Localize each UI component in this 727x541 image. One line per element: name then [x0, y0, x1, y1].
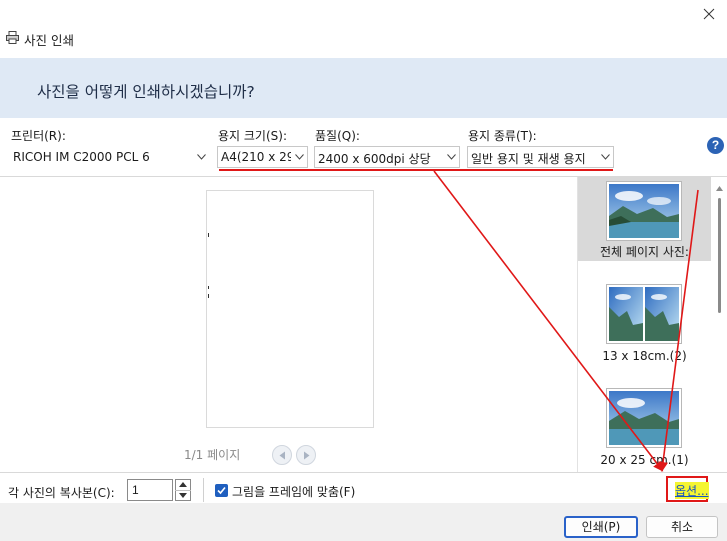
- layout-thumbnail: [606, 181, 682, 241]
- divider: [175, 490, 191, 491]
- increment-button[interactable]: [176, 480, 190, 490]
- preview-mark: [208, 294, 209, 298]
- two-photos-icon: [609, 287, 679, 341]
- printer-label: 프린터(R):: [11, 129, 66, 143]
- printer-icon: [6, 31, 19, 44]
- close-icon: [703, 8, 715, 20]
- layout-item-full-page[interactable]: 전체 페이지 사진:: [578, 177, 711, 261]
- paper-type-value: 일반 용지 및 재생 용지: [471, 152, 586, 166]
- layout-item-13x18[interactable]: 13 x 18cm.(2): [578, 280, 711, 368]
- cancel-button[interactable]: 취소: [646, 516, 718, 538]
- paper-size-select[interactable]: A4(210 x 297 mm): [217, 146, 308, 168]
- layout-list: 전체 페이지 사진: 13 x 18cm.(2) 20 x 25 cm.(1): [578, 177, 711, 472]
- quality-value: 2400 x 600dpi 상당: [318, 152, 431, 166]
- layout-thumbnail: [606, 388, 682, 448]
- fit-to-frame-label[interactable]: 그림을 프레임에 맞춤(F): [232, 483, 355, 500]
- title-bar: [0, 0, 727, 58]
- paper-type-label: 용지 종류(T):: [468, 129, 537, 143]
- layout-caption: 20 x 25 cm.(1): [600, 453, 689, 467]
- layout-item-20x25[interactable]: 20 x 25 cm.(1): [578, 384, 711, 472]
- landscape-photo-icon: [609, 184, 679, 238]
- scroll-up-icon[interactable]: [716, 180, 723, 194]
- layout-thumbnail: [606, 284, 682, 344]
- options-label: 옵션...: [675, 482, 709, 499]
- preview-page: [206, 190, 374, 428]
- chevron-down-icon: [597, 147, 613, 167]
- fit-to-frame-checkbox[interactable]: [215, 484, 228, 497]
- preview-mark: [208, 233, 209, 237]
- chevron-up-icon: [179, 482, 187, 487]
- printer-select[interactable]: RICOH IM C2000 PCL 6: [9, 146, 210, 168]
- chevron-down-icon: [179, 493, 187, 498]
- chevron-down-icon: [443, 147, 459, 167]
- checkmark-icon: [217, 486, 226, 495]
- page-heading: 사진을 어떻게 인쇄하시겠습니까?: [37, 83, 255, 101]
- paper-type-select[interactable]: 일반 용지 및 재생 용지: [467, 146, 614, 168]
- page-indicator: 1/1 페이지: [184, 448, 241, 462]
- copies-label: 각 사진의 복사본(C):: [8, 486, 115, 500]
- layout-caption: 전체 페이지 사진:: [600, 245, 689, 259]
- next-page-button[interactable]: [296, 445, 316, 465]
- divider: [0, 472, 727, 473]
- close-button[interactable]: [692, 0, 727, 28]
- copies-input[interactable]: [127, 479, 173, 501]
- landscape-photo-icon: [609, 391, 679, 445]
- chevron-down-icon: [193, 147, 209, 167]
- chevron-down-icon: [291, 147, 307, 167]
- decrement-button[interactable]: [176, 491, 190, 501]
- divider: [203, 478, 204, 502]
- help-icon[interactable]: ?: [707, 137, 724, 154]
- arrow-left-icon: [279, 451, 285, 460]
- preview-mark: [208, 286, 209, 289]
- options-link[interactable]: 옵션...: [666, 476, 709, 502]
- print-button[interactable]: 인쇄(P): [564, 516, 638, 538]
- arrow-right-icon: [304, 451, 310, 460]
- paper-size-label: 용지 크기(S):: [218, 129, 287, 143]
- quality-label: 품질(Q):: [315, 129, 360, 143]
- window-title: 사진 인쇄: [24, 33, 74, 48]
- quality-select[interactable]: 2400 x 600dpi 상당: [314, 146, 460, 168]
- scroll-thumb[interactable]: [718, 198, 721, 313]
- layout-caption: 13 x 18cm.(2): [602, 349, 687, 363]
- printer-value: RICOH IM C2000 PCL 6: [13, 150, 150, 164]
- previous-page-button[interactable]: [272, 445, 292, 465]
